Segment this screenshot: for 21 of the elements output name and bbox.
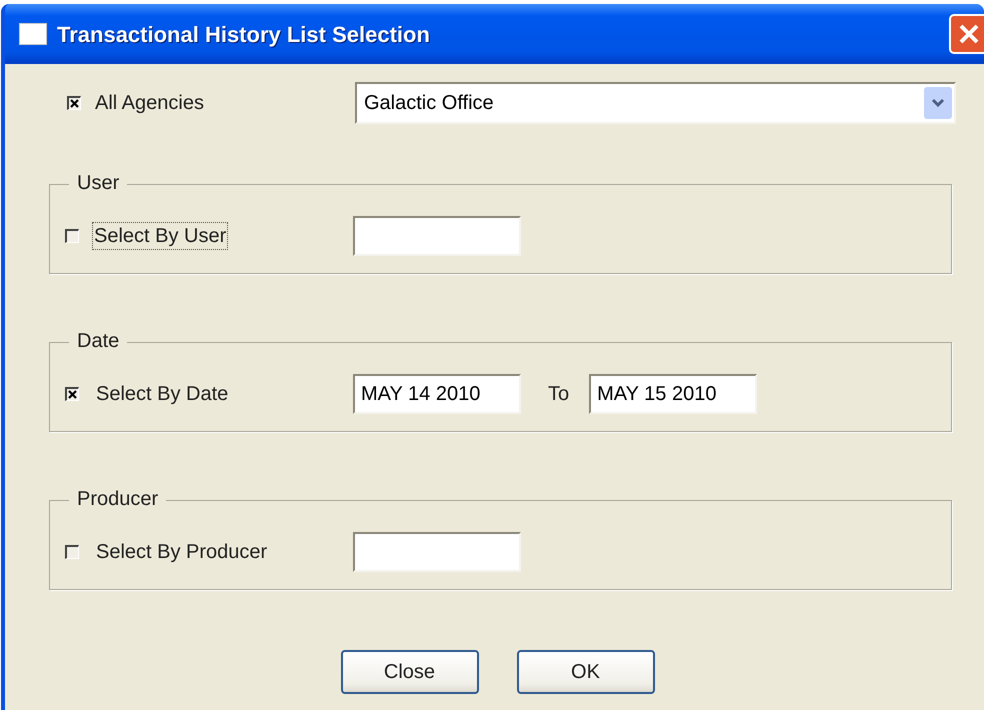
checkbox[interactable] bbox=[65, 229, 79, 243]
window-icon bbox=[19, 23, 47, 45]
text-field[interactable]: MAY 15 2010 bbox=[589, 374, 758, 414]
close-icon bbox=[958, 23, 980, 45]
to-label: To bbox=[548, 382, 570, 407]
checkbox-label[interactable]: Select By User bbox=[93, 223, 228, 249]
checkbox[interactable] bbox=[65, 545, 79, 559]
checkbox-label[interactable]: Select By Producer bbox=[95, 539, 268, 565]
checkbox-label[interactable]: Select By Date bbox=[95, 381, 230, 407]
close-button[interactable] bbox=[949, 14, 984, 54]
dropdown-value: Galactic Office bbox=[364, 91, 495, 116]
dialog-button[interactable]: OK bbox=[516, 650, 654, 694]
checkbox[interactable] bbox=[65, 387, 79, 401]
agency-dropdown[interactable]: Galactic Office bbox=[355, 82, 956, 124]
text-field[interactable] bbox=[353, 532, 521, 572]
text-field[interactable] bbox=[353, 216, 521, 256]
checkbox-label[interactable]: All Agencies bbox=[95, 88, 204, 118]
checkbox[interactable] bbox=[67, 96, 81, 110]
window-title: Transactional History List Selection bbox=[57, 20, 430, 49]
text-field[interactable]: MAY 14 2010 bbox=[353, 374, 521, 414]
dialog-button[interactable]: Close bbox=[340, 650, 478, 694]
